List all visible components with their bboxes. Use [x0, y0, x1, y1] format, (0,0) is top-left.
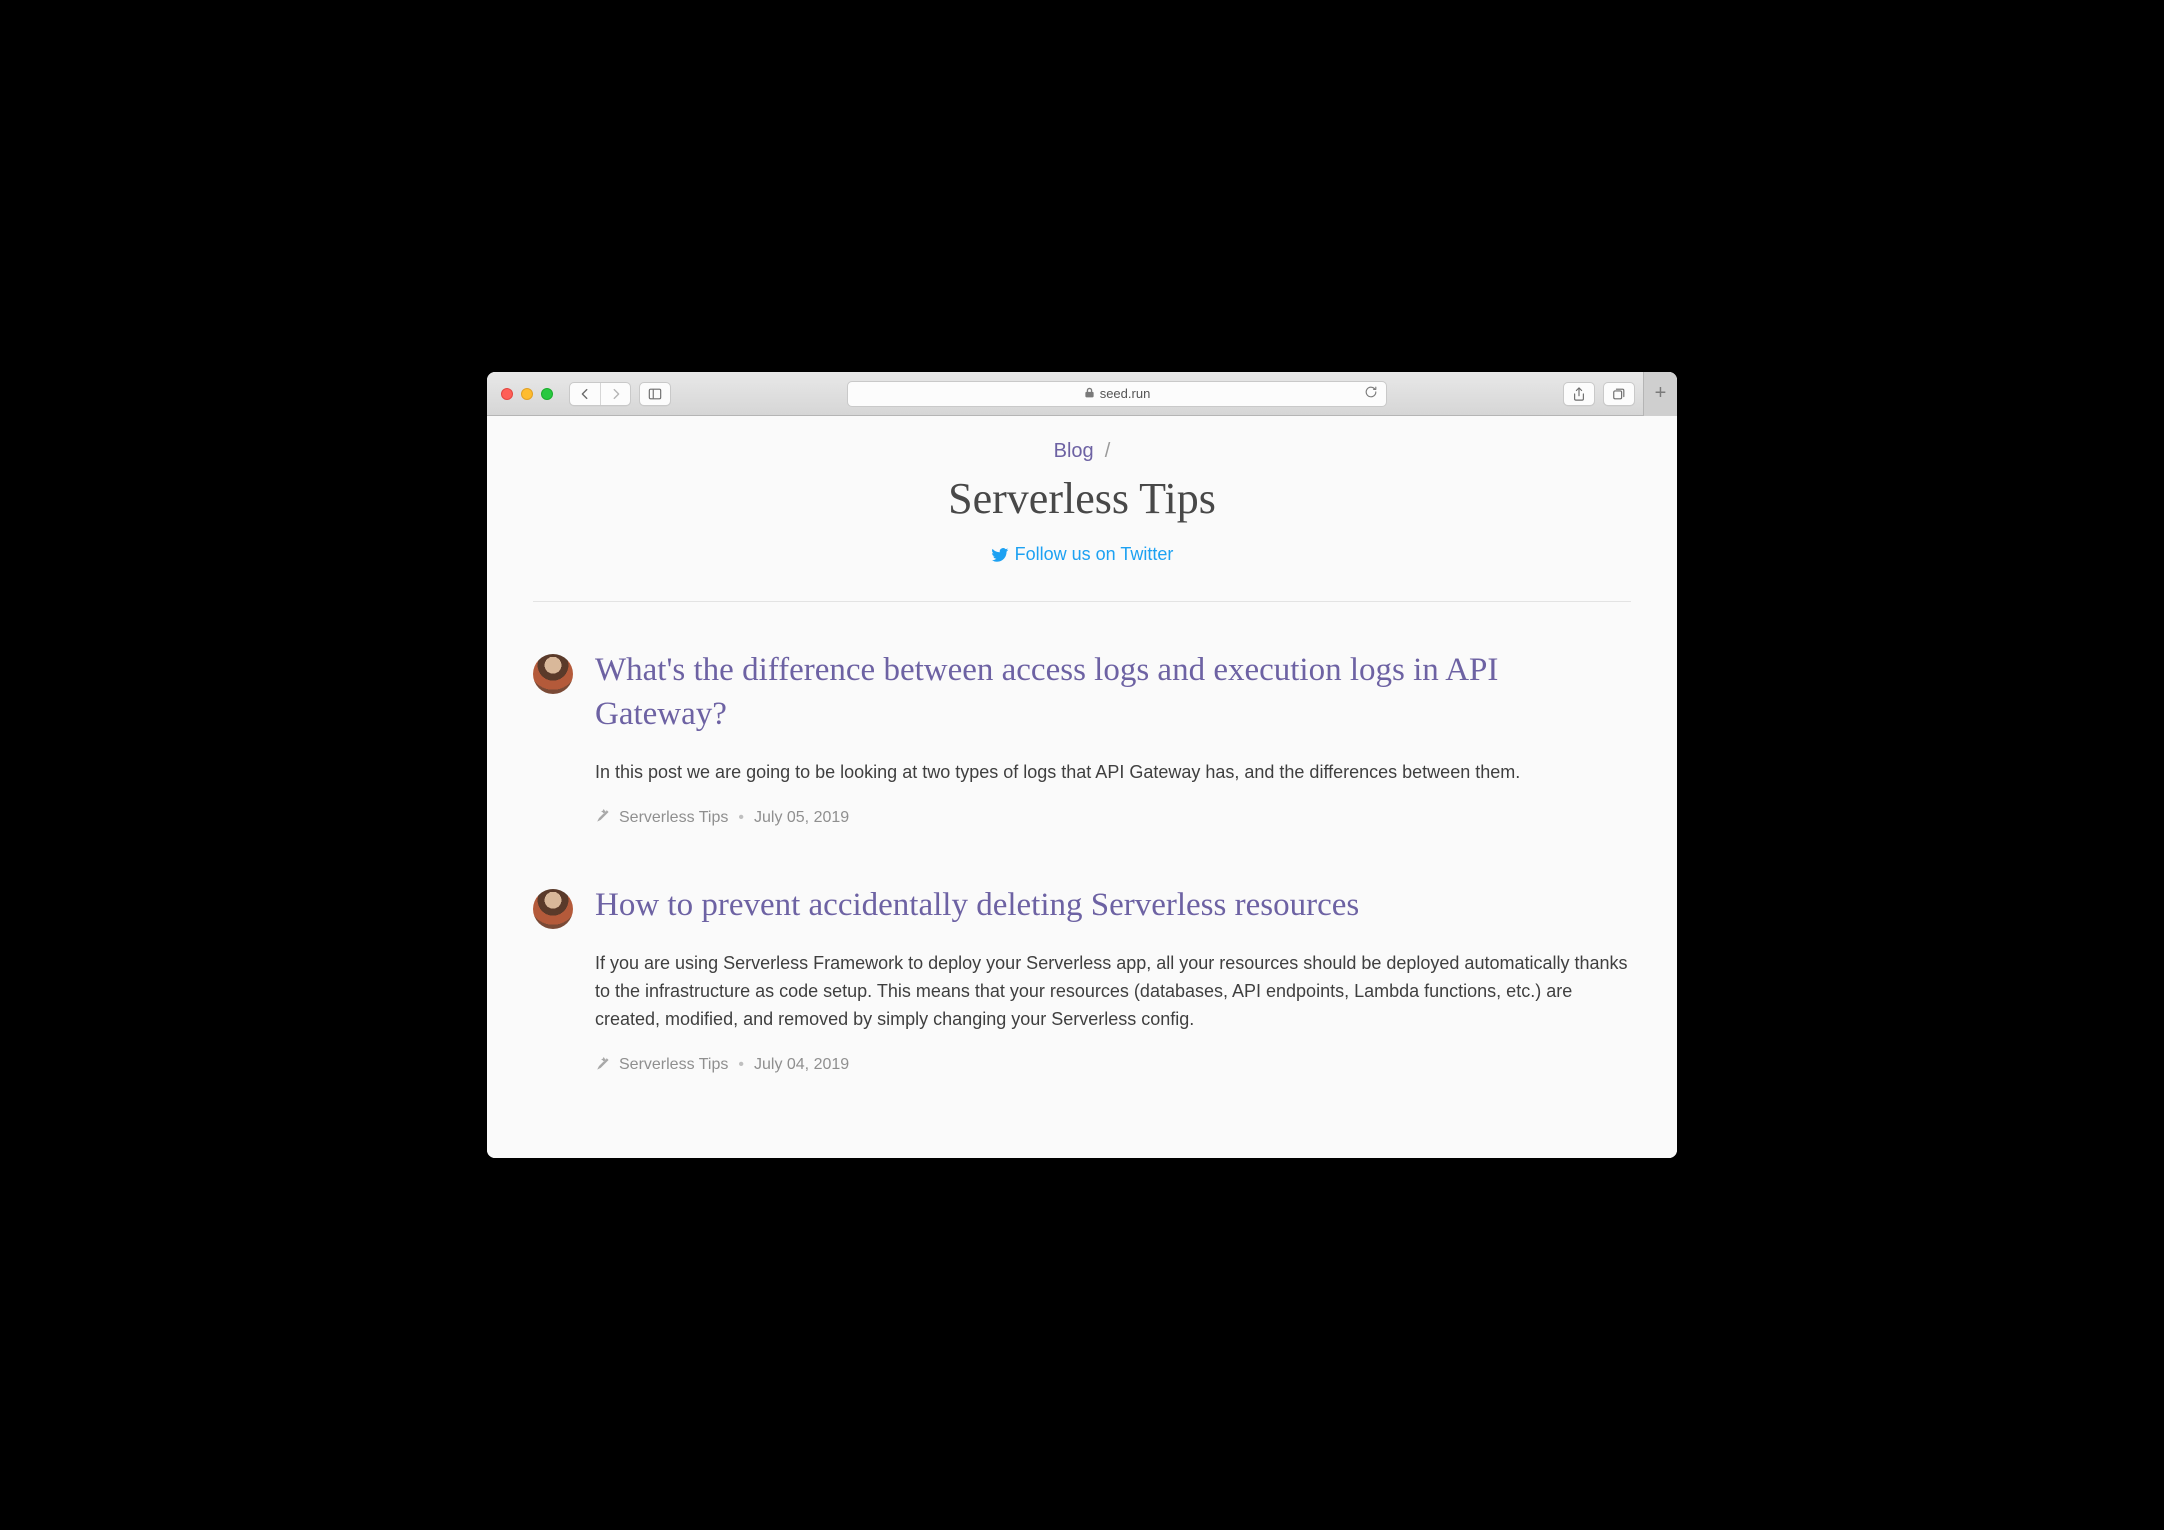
post-meta: Serverless Tips • July 04, 2019 [595, 1056, 1631, 1075]
post-meta: Serverless Tips • July 05, 2019 [595, 808, 1631, 827]
new-tab-button[interactable]: + [1643, 372, 1677, 416]
share-button[interactable] [1564, 383, 1594, 405]
twitter-icon [991, 546, 1009, 564]
forward-button[interactable] [600, 383, 630, 405]
url-text: seed.run [1100, 386, 1151, 401]
page-header: Blog / Serverless Tips Follow us on Twit… [533, 434, 1631, 601]
post-title: How to prevent accidentally deleting Ser… [595, 883, 1631, 928]
wand-icon [595, 808, 609, 827]
post-date: July 04, 2019 [754, 1056, 849, 1074]
meta-separator: • [738, 809, 744, 827]
fullscreen-window-button[interactable] [541, 388, 553, 400]
toolbar-right: + [1563, 382, 1667, 406]
author-avatar [533, 889, 573, 929]
minimize-window-button[interactable] [521, 388, 533, 400]
browser-window: seed.run + Blog / Se [487, 372, 1677, 1158]
post-body: How to prevent accidentally deleting Ser… [595, 883, 1631, 1074]
close-window-button[interactable] [501, 388, 513, 400]
post-date: July 05, 2019 [754, 809, 849, 827]
sidebar-toggle-group [639, 382, 671, 406]
breadcrumb-separator: / [1105, 440, 1111, 462]
browser-toolbar: seed.run + [487, 372, 1677, 416]
post-title: What's the difference between access log… [595, 648, 1631, 737]
lock-icon [1084, 386, 1095, 401]
breadcrumb-parent-link[interactable]: Blog [1054, 440, 1094, 462]
page-title: Serverless Tips [533, 473, 1631, 524]
post-list: What's the difference between access log… [533, 602, 1631, 1075]
post-body: What's the difference between access log… [595, 648, 1631, 828]
meta-separator: • [738, 1056, 744, 1074]
author-avatar [533, 654, 573, 694]
post-title-link[interactable]: How to prevent accidentally deleting Ser… [595, 887, 1359, 923]
post-title-link[interactable]: What's the difference between access log… [595, 652, 1498, 733]
twitter-follow-text: Follow us on Twitter [1015, 544, 1174, 565]
window-controls [497, 388, 553, 400]
post-excerpt: In this post we are going to be looking … [595, 759, 1631, 787]
post-item: What's the difference between access log… [533, 648, 1631, 828]
breadcrumb: Blog / [533, 440, 1631, 463]
post-category: Serverless Tips [619, 1056, 728, 1074]
nav-buttons-group [569, 382, 631, 406]
sidebar-toggle-button[interactable] [640, 383, 670, 405]
tabs-overview-button[interactable] [1604, 383, 1634, 405]
wand-icon [595, 1056, 609, 1075]
address-bar[interactable]: seed.run [847, 381, 1387, 407]
twitter-follow-link[interactable]: Follow us on Twitter [991, 544, 1174, 565]
reload-button[interactable] [1364, 385, 1378, 402]
post-category: Serverless Tips [619, 809, 728, 827]
post-item: How to prevent accidentally deleting Ser… [533, 883, 1631, 1074]
post-excerpt: If you are using Serverless Framework to… [595, 950, 1631, 1034]
back-button[interactable] [570, 383, 600, 405]
page-content: Blog / Serverless Tips Follow us on Twit… [487, 416, 1677, 1158]
